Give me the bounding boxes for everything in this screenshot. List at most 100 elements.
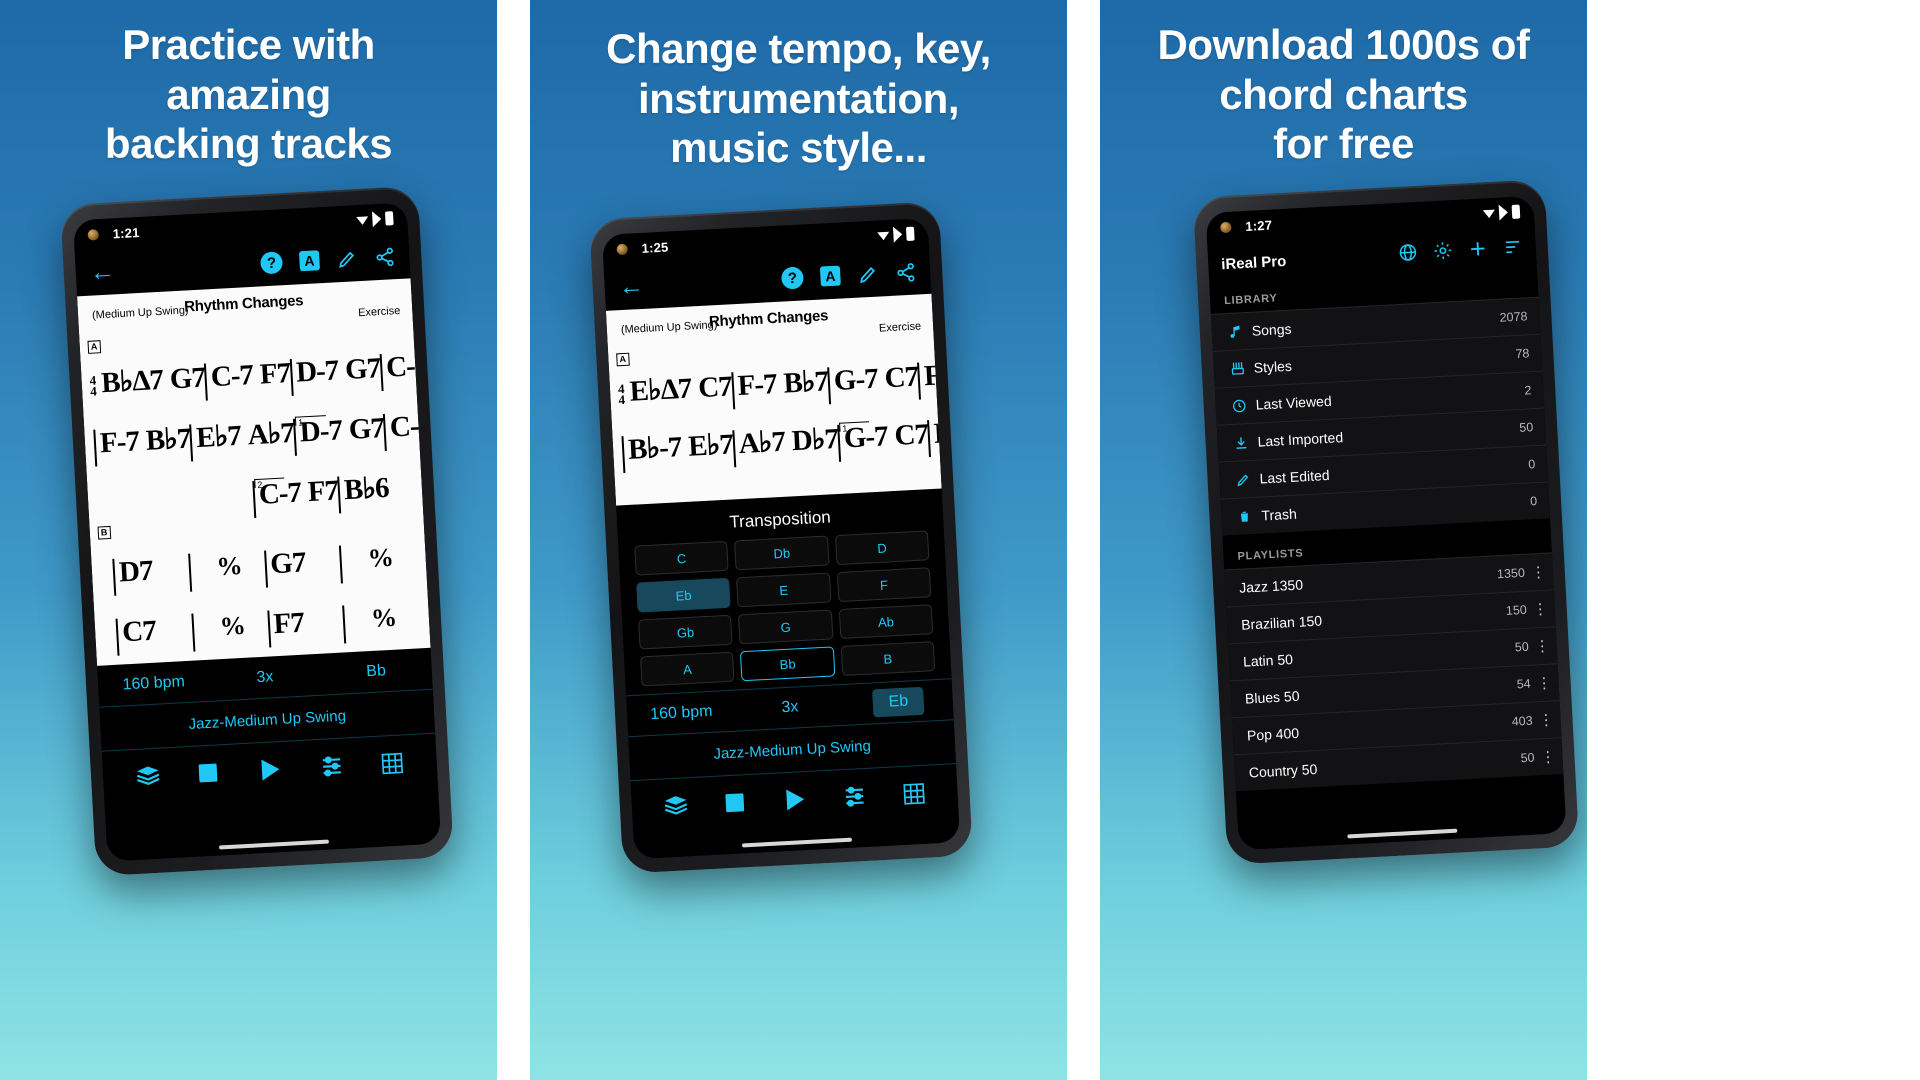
phone-screen-3: 1:27 iReal Pro LIBRARY Songs 2078 Styles… (1205, 195, 1567, 851)
measure: E♭7 A♭7 (189, 416, 296, 462)
chord: D-7 (295, 354, 340, 389)
measure: D-7 G7 (289, 352, 382, 396)
back-arrow-icon[interactable]: ← (618, 271, 644, 300)
transpose-key-ab[interactable]: Ab (838, 604, 934, 640)
grid-icon[interactable] (901, 780, 927, 806)
chord: G-7 (843, 420, 889, 455)
chord-sheet-1[interactable]: Rhythm Changes (Medium Up Swing) Exercis… (77, 278, 442, 666)
mixer-icon[interactable] (318, 753, 345, 780)
chord: F7 (438, 407, 442, 441)
repeats-button[interactable]: 3x (735, 696, 844, 720)
back-arrow-icon[interactable]: ← (89, 257, 115, 286)
appbar-spacer (644, 279, 782, 286)
item-label: Styles (1253, 357, 1293, 376)
transpose-key-b[interactable]: B (840, 641, 936, 676)
playlist-label: Country 50 (1248, 760, 1318, 781)
plus-icon[interactable] (1467, 238, 1488, 264)
overflow-menu-icon[interactable]: ⋮ (1532, 600, 1548, 619)
repeats-button[interactable]: 3x (209, 665, 321, 689)
phone-mockup-1: 1:21 ← ? A Rhythm Changes (Medium Up Swi… (60, 185, 454, 877)
edit-pencil-icon[interactable] (336, 248, 358, 270)
measure: F-7 B♭7 (730, 365, 830, 410)
sort-icon[interactable] (1502, 236, 1523, 262)
auto-key-icon[interactable]: A (298, 250, 320, 272)
chord: E♭Δ7 (628, 372, 693, 408)
transpose-key-bb[interactable]: Bb (740, 646, 835, 682)
playlist-count: 150 (1505, 602, 1528, 618)
chord: D-7 (298, 414, 343, 449)
books-icon[interactable] (662, 792, 689, 819)
measure: B♭Δ7 G7 (97, 362, 207, 407)
stop-icon[interactable] (195, 760, 220, 785)
playlist-count: 403 (1511, 713, 1533, 729)
download-icon (1233, 434, 1258, 450)
gear-icon[interactable] (1432, 240, 1453, 266)
repeat-symbol: % (370, 602, 398, 633)
help-icon[interactable]: ? (259, 251, 284, 275)
transpose-key-a[interactable]: A (640, 651, 735, 687)
chord-sheet-2[interactable]: Rhythm Changes (Medium Up Swing) Exercis… (605, 293, 961, 506)
share-icon[interactable] (374, 246, 396, 268)
transpose-key-gb[interactable]: Gb (638, 614, 733, 650)
signal-icon (371, 210, 382, 228)
status-indicator-icon (616, 243, 628, 255)
transpose-key-c[interactable]: C (634, 540, 729, 576)
chord: F7 (307, 474, 339, 509)
play-icon[interactable] (780, 785, 809, 814)
panel-divider (1067, 0, 1100, 1080)
chord: F7 (259, 357, 291, 391)
wifi-icon (356, 215, 369, 226)
repeat-symbol: % (218, 610, 247, 642)
battery-icon (384, 211, 394, 226)
overflow-menu-icon[interactable]: ⋮ (1536, 674, 1552, 693)
battery-icon (1511, 204, 1521, 219)
phone-screen-1: 1:21 ← ? A Rhythm Changes (Medium Up Swi… (72, 202, 442, 862)
chord: B♭6 (343, 471, 390, 507)
key-button[interactable]: Eb (843, 685, 953, 719)
mixer-icon[interactable] (841, 783, 868, 810)
chord: C7 (697, 370, 733, 405)
auto-key-icon[interactable]: A (819, 265, 841, 287)
books-icon[interactable] (134, 763, 161, 790)
time-signature-spacer (104, 646, 117, 657)
measure: A♭7 D♭7 (732, 423, 840, 468)
measure: F7 (266, 606, 345, 648)
chord: A♭7 (246, 416, 295, 452)
help-icon[interactable]: ? (780, 266, 804, 290)
measure: % (187, 549, 266, 592)
stop-icon[interactable] (722, 790, 747, 815)
transpose-key-f[interactable]: F (836, 567, 932, 603)
time-signature-spacer (101, 586, 114, 597)
overflow-menu-icon[interactable]: ⋮ (1538, 711, 1554, 730)
tempo-button[interactable]: 160 bpm (98, 671, 210, 695)
transpose-key-db[interactable]: Db (734, 535, 830, 571)
headline-line: chord charts (1219, 70, 1468, 118)
measure: C7 (115, 615, 194, 656)
play-icon[interactable] (255, 755, 284, 784)
tempo-button[interactable]: 160 bpm (627, 702, 736, 726)
edit-pencil-icon[interactable] (857, 263, 879, 285)
overflow-menu-icon[interactable]: ⋮ (1534, 637, 1550, 656)
panel-divider (497, 0, 530, 1080)
measure: 2. C-7 F7 (252, 474, 340, 519)
key-button[interactable]: Bb (320, 659, 432, 683)
share-icon[interactable] (895, 261, 917, 283)
appbar-actions: ? A (780, 261, 917, 290)
promo-panel-library: Download 1000s of chord charts for free … (1100, 0, 1587, 1080)
chord: F-7 (99, 425, 140, 460)
transpose-key-d[interactable]: D (834, 530, 930, 566)
transpose-key-e[interactable]: E (736, 572, 832, 608)
status-icons (1483, 204, 1521, 222)
panel-3-headline: Download 1000s of chord charts for free (1100, 20, 1587, 169)
grid-icon[interactable] (379, 750, 405, 776)
transpose-key-g[interactable]: G (738, 609, 834, 645)
measure: F-7 B♭7 (917, 357, 961, 400)
overflow-menu-icon[interactable]: ⋮ (1540, 748, 1556, 766)
playlist-label: Latin 50 (1242, 651, 1294, 670)
item-count: 0 (1529, 494, 1538, 509)
overflow-menu-icon[interactable]: ⋮ (1530, 563, 1546, 582)
home-indicator (741, 837, 853, 848)
transpose-key-eb[interactable]: Eb (636, 577, 731, 613)
globe-icon[interactable] (1397, 241, 1418, 267)
chord: F7 (272, 606, 305, 641)
